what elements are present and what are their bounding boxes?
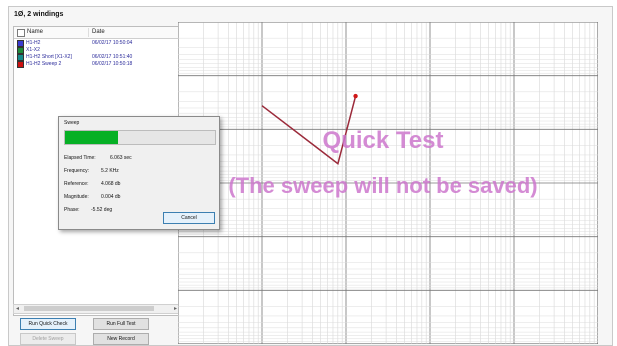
list-item[interactable]: H1-H2 06/02/17 10:50:04 [14, 40, 179, 47]
sweep-name: H1-H2 Short [X1-X2] [26, 54, 72, 60]
column-separator[interactable] [88, 28, 89, 37]
select-all-checkbox[interactable] [17, 29, 25, 37]
sweep-name: X1-X2 [26, 47, 40, 53]
column-header-date[interactable]: Date [92, 29, 105, 35]
frequency-label: Frequency: [64, 168, 90, 174]
frequency-value: 5.2 KHz [101, 168, 119, 174]
scroll-left-icon[interactable]: ◂ [16, 305, 19, 312]
scroll-right-icon[interactable]: ▸ [174, 305, 177, 312]
sweep-date: 06/02/17 10:50:04 [92, 40, 133, 46]
progress-fill [65, 131, 118, 144]
reference-label: Reference: [64, 181, 89, 187]
elapsed-time-value: 6.063 sec [110, 155, 132, 161]
sweep-color-checkbox[interactable] [17, 47, 24, 54]
sweep-progress-bar [64, 130, 216, 145]
phase-label: Phase: [64, 207, 80, 213]
run-full-test-button[interactable]: Run Full Test [93, 318, 149, 330]
window-title: 1Ø, 2 windings [14, 11, 64, 18]
run-quick-check-button[interactable]: Run Quick Check [20, 318, 76, 330]
trace-current-point [353, 93, 358, 99]
delete-sweep-button[interactable]: Delete Sweep [20, 333, 76, 345]
scrollbar-thumb[interactable] [24, 306, 154, 311]
reference-value: 4.068 db [101, 181, 121, 187]
list-item[interactable]: H1-H2 Sweep 2 06/02/17 10:50:18 [14, 61, 179, 68]
dialog-title: Sweep [64, 120, 80, 126]
phase-value: -5.52 deg [91, 207, 113, 213]
list-item[interactable]: X1-X2 [14, 47, 179, 54]
sweep-date: 06/02/17 10:50:18 [92, 61, 133, 67]
watermark-subtitle: (The sweep will not be saved) [228, 173, 537, 198]
sweep-color-checkbox[interactable] [17, 54, 24, 61]
new-record-button[interactable]: New Record [93, 333, 149, 345]
list-item[interactable]: H1-H2 Short [X1-X2] 06/02/17 10:51:40 [14, 54, 179, 61]
sweep-progress-dialog: Sweep Elapsed Time: 6.063 sec Frequency:… [58, 116, 220, 230]
list-header: Name Date [14, 27, 179, 39]
sweep-name: H1-H2 [26, 40, 41, 46]
sweep-date: 06/02/17 10:51:40 [92, 54, 133, 60]
cancel-button[interactable]: Cancel [163, 212, 215, 224]
magnitude-value: 0.004 db [101, 194, 121, 200]
column-header-name[interactable]: Name [27, 29, 43, 35]
sweep-color-checkbox[interactable] [17, 40, 24, 47]
magnitude-label: Magnitude: [64, 194, 89, 200]
sweep-color-checkbox[interactable] [17, 61, 24, 68]
frequency-response-chart[interactable]: Quick Test (The sweep will not be saved) [178, 22, 598, 344]
watermark-title: Quick Test [323, 127, 444, 154]
sweep-name: H1-H2 Sweep 2 [26, 61, 62, 67]
list-horizontal-scrollbar[interactable]: ◂ ▸ [13, 304, 180, 314]
elapsed-time-label: Elapsed Time: [64, 155, 96, 161]
